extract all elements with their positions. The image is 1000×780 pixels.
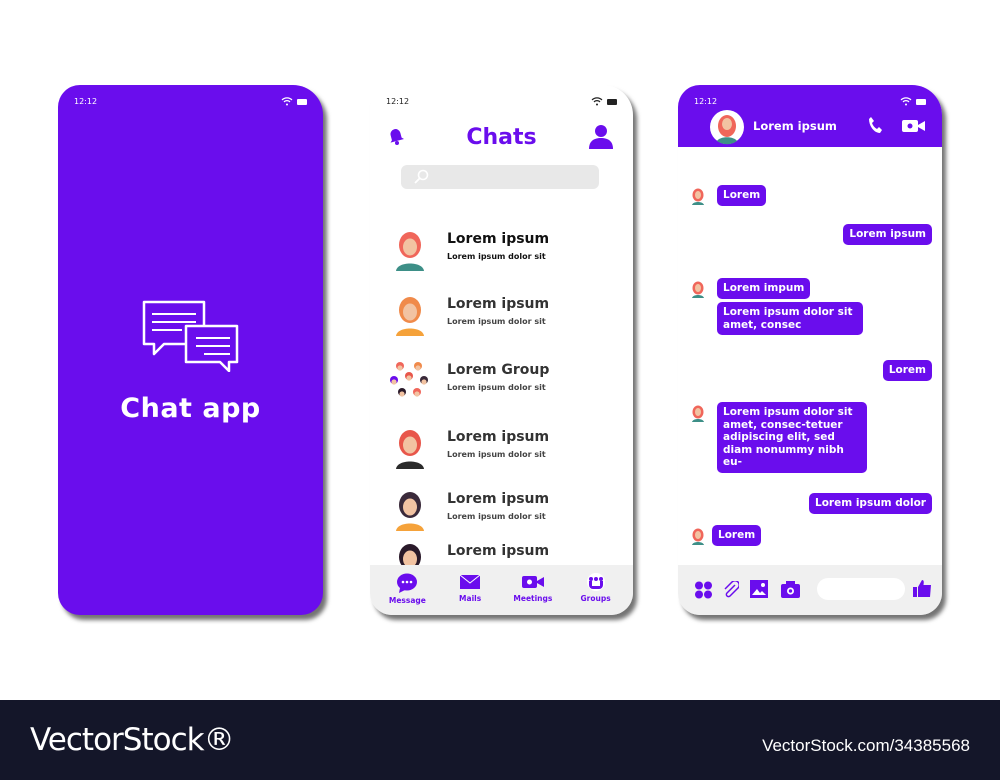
search-input[interactable] [401, 165, 599, 189]
tab-label: Meetings [513, 594, 553, 603]
received-message[interactable]: Lorem [717, 185, 767, 206]
watermark-banner: VectorStock® VectorStock.com/34385568 [0, 700, 1000, 780]
sender-avatar [692, 528, 704, 545]
search-icon [414, 169, 429, 184]
apps-icon[interactable] [694, 581, 713, 599]
contact-avatar[interactable] [709, 109, 745, 145]
chat-bubbles-icon [142, 300, 239, 372]
sender-avatar [692, 281, 704, 298]
status-time: 12:12 [386, 97, 410, 106]
tab-groups[interactable]: Groups [568, 573, 623, 615]
watermark-logo: VectorStock® [30, 722, 235, 758]
chat-name: Lorem ipsum [447, 231, 550, 247]
avatar [396, 492, 424, 531]
tab-label: Message [388, 596, 426, 605]
received-message[interactable]: Lorem impum [717, 278, 811, 299]
tab-mails[interactable]: Mails [443, 573, 498, 615]
thumbs-up-icon[interactable] [913, 579, 932, 598]
camera-icon[interactable] [781, 581, 800, 598]
video-call-icon[interactable] [902, 119, 926, 133]
watermark-id: VectorStock.com/34385568 [762, 736, 970, 755]
wifi-icon [591, 97, 603, 106]
group-avatar [390, 362, 428, 397]
chat-preview: Lorem ipsum dolor sit [447, 252, 546, 261]
chat-preview: Lorem ipsum dolor sit [447, 512, 546, 521]
status-icons [591, 97, 617, 106]
wifi-icon [900, 97, 912, 106]
image-icon[interactable] [750, 580, 768, 598]
chat-name: Lorem ipsum [447, 296, 550, 312]
sender-avatar [692, 188, 704, 205]
tab-message[interactable]: Message [380, 573, 435, 615]
sent-message[interactable]: Lorem [882, 360, 932, 381]
tab-label: Groups [580, 594, 611, 603]
chat-list-item[interactable]: Lorem ipsum Lorem ipsum dolor sit [384, 483, 624, 533]
conversation-header: 12:12 Lorem ipsum [678, 85, 942, 147]
chats-screen: 12:12 Chats Lorem ipsum Lorem ipsum dolor… [370, 85, 633, 615]
chat-preview: Lorem ipsum dolor sit [447, 450, 546, 459]
video-icon [521, 576, 544, 588]
tab-meetings[interactable]: Meetings [505, 573, 560, 615]
attachment-icon[interactable] [723, 581, 739, 599]
chat-name: Lorem Group [447, 362, 550, 378]
avatar [396, 232, 424, 271]
contact-name: Lorem ipsum [753, 119, 837, 133]
phone-icon[interactable] [868, 116, 882, 134]
app-title: Chat app [120, 393, 261, 424]
chat-preview: Lorem ipsum dolor sit [447, 317, 546, 326]
message-input[interactable] [817, 578, 905, 600]
received-message[interactable]: Lorem [712, 525, 762, 546]
tab-label: Mails [459, 594, 482, 603]
status-time: 12:12 [74, 97, 98, 106]
status-icons [900, 97, 926, 106]
chat-list-item[interactable]: Lorem ipsum Lorem ipsum dolor sit [384, 223, 624, 273]
chat-preview: Lorem ipsum dolor sit [447, 383, 546, 392]
chat-list-item[interactable]: Lorem ipsum Lorem ipsum dolor sit [384, 421, 624, 471]
status-icons [281, 97, 307, 106]
sent-message[interactable]: Lorem ipsum [843, 224, 932, 245]
mail-icon [459, 574, 481, 589]
chat-name: Lorem ipsum [447, 543, 550, 559]
chat-name: Lorem ipsum [447, 491, 550, 507]
message-icon [397, 573, 418, 593]
chat-list-item[interactable]: Lorem Group Lorem ipsum dolor sit [384, 354, 624, 404]
battery-icon [916, 98, 926, 105]
sender-avatar [692, 405, 704, 422]
received-message[interactable]: Lorem ipsum dolor sit amet, consec [717, 302, 863, 335]
chat-name: Lorem ipsum [447, 429, 550, 445]
splash-screen: 12:12 Chat app [58, 85, 323, 615]
battery-icon [607, 98, 617, 105]
avatar [396, 297, 424, 336]
battery-icon [297, 98, 307, 105]
received-message[interactable]: Lorem ipsum dolor sit amet, consec-tetue… [717, 402, 867, 473]
wifi-icon [281, 97, 293, 106]
message-input-bar [678, 565, 942, 615]
avatar [396, 430, 424, 469]
profile-icon[interactable] [589, 123, 613, 149]
conversation-screen: 12:12 Lorem ipsum Lorem Lorem ipsum Lorem … [678, 85, 942, 615]
status-time: 12:12 [694, 97, 718, 106]
chat-list-item[interactable]: Lorem ipsum Lorem ipsum dolor sit [384, 288, 624, 338]
sent-message[interactable]: Lorem ipsum dolor [809, 493, 932, 514]
groups-icon [586, 573, 605, 591]
bottom-nav: Message Mails Meetings Groups [370, 565, 633, 615]
